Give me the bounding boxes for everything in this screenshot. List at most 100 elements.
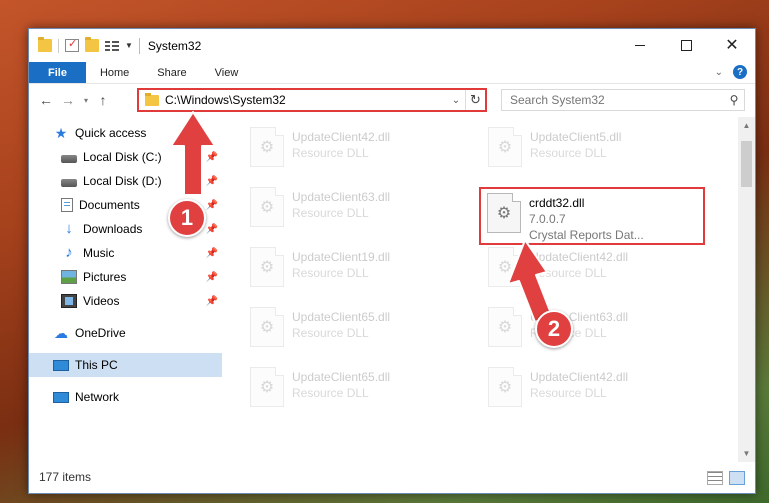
- file-tile[interactable]: ⚙ UpdateClient19.dll Resource DLL: [244, 243, 464, 293]
- pin-icon[interactable]: 📌: [206, 200, 218, 211]
- customize-toolbar-chevron-icon[interactable]: ▼: [125, 41, 133, 50]
- file-name: UpdateClient19.dll: [292, 250, 391, 264]
- close-button[interactable]: ✕: [709, 29, 755, 61]
- ribbon-tabs: File Home Share View ⌄ ?: [29, 62, 755, 84]
- sidebar-item-label: Videos: [83, 294, 120, 308]
- sidebar-item-videos[interactable]: Videos 📌: [29, 289, 222, 313]
- pin-icon[interactable]: 📌: [206, 224, 218, 235]
- file-type: Resource DLL: [530, 266, 607, 280]
- sidebar-item-local-disk-c[interactable]: Local Disk (C:) 📌: [29, 145, 222, 169]
- dll-file-icon: ⚙: [250, 127, 284, 167]
- address-path[interactable]: C:\Windows\System32: [165, 93, 447, 107]
- computer-icon: [53, 359, 69, 371]
- scrollbar-thumb[interactable]: [741, 141, 752, 187]
- tiles-view-icon[interactable]: [729, 471, 745, 485]
- toolbar-separator: [58, 38, 59, 53]
- file-tile[interactable]: ⚙ UpdateClient65.dll Resource DLL: [244, 363, 464, 413]
- search-icon[interactable]: ⚲: [724, 93, 744, 107]
- file-tile[interactable]: ⚙ UpdateClient42.dll Resource DLL: [482, 243, 702, 293]
- sidebar-item-network[interactable]: Network: [29, 385, 222, 409]
- pin-icon[interactable]: 📌: [206, 152, 218, 163]
- view-options-icon[interactable]: [105, 39, 119, 52]
- tab-view[interactable]: View: [201, 62, 253, 83]
- file-tile[interactable]: ⚙ UpdateClient63.dllResource DLL: [244, 183, 464, 233]
- file-tile[interactable]: ⚙ UpdateClient42.dll Resource DLL: [244, 123, 464, 173]
- file-tile[interactable]: ⚙ UpdateClient5.dll Resource DLL: [482, 123, 702, 173]
- sidebar-item-label: This PC: [75, 358, 118, 372]
- status-bar: 177 items: [29, 461, 755, 493]
- sidebar-item-label: Local Disk (D:): [83, 174, 162, 188]
- address-folder-icon: [145, 92, 159, 106]
- tab-share[interactable]: Share: [143, 62, 200, 83]
- pin-icon[interactable]: 📌: [206, 176, 218, 187]
- maximize-button[interactable]: [663, 29, 709, 61]
- videos-icon: [61, 294, 77, 308]
- forward-arrow-icon[interactable]: →: [57, 92, 79, 108]
- up-arrow-icon[interactable]: ↑: [93, 92, 113, 108]
- search-input[interactable]: [510, 93, 724, 107]
- tab-home[interactable]: Home: [86, 62, 143, 83]
- file-type: Resource DLL: [292, 146, 369, 160]
- callout-badge-1: 1: [168, 199, 206, 237]
- scroll-down-icon[interactable]: ▼: [738, 445, 755, 462]
- pin-icon[interactable]: 📌: [206, 248, 218, 259]
- dll-file-icon: ⚙: [488, 127, 522, 167]
- vertical-scrollbar[interactable]: ▲ ▼: [738, 117, 755, 462]
- dll-file-icon: ⚙: [487, 193, 521, 233]
- help-icon[interactable]: ?: [733, 65, 747, 79]
- address-dropdown-chevron-icon[interactable]: ⌄: [447, 95, 465, 106]
- dll-file-icon: ⚙: [250, 307, 284, 347]
- sidebar-item-label: OneDrive: [75, 326, 126, 340]
- scroll-up-icon[interactable]: ▲: [738, 117, 755, 134]
- sidebar-item-onedrive[interactable]: ☁ OneDrive: [29, 321, 222, 345]
- disk-icon: [61, 178, 77, 187]
- sidebar-item-label: Downloads: [83, 222, 143, 236]
- title-bar: ▼ System32 ✕: [29, 29, 755, 62]
- pin-icon[interactable]: 📌: [206, 296, 218, 307]
- sidebar-item-label: Local Disk (C:): [83, 150, 162, 164]
- highlighted-file-tile[interactable]: ⚙ crddt32.dll 7.0.0.7 Crystal Reports Da…: [479, 187, 705, 245]
- dll-file-icon: ⚙: [488, 247, 522, 287]
- new-folder-icon[interactable]: [85, 37, 99, 52]
- view-toggles: [707, 471, 745, 485]
- dll-file-icon: ⚙: [488, 307, 522, 347]
- file-tile[interactable]: ⚙ UpdateClient65.dll Resource DLL: [244, 303, 464, 353]
- details-view-icon[interactable]: [707, 471, 723, 485]
- minimize-button[interactable]: [617, 29, 663, 61]
- pin-icon[interactable]: 📌: [206, 272, 218, 283]
- file-name: UpdateClient42.dll: [530, 370, 629, 384]
- file-name: UpdateClient65.dll: [292, 370, 391, 384]
- sidebar-item-music[interactable]: ♪ Music 📌: [29, 241, 222, 265]
- file-name: crddt32.dll: [529, 196, 585, 210]
- file-type: Resource DLL: [292, 386, 369, 400]
- folder-icon: [38, 37, 52, 52]
- back-arrow-icon[interactable]: ←: [35, 92, 57, 108]
- sidebar-item-pictures[interactable]: Pictures 📌: [29, 265, 222, 289]
- sidebar-item-quick-access[interactable]: ★ Quick access: [29, 121, 222, 145]
- pictures-icon: [61, 270, 77, 284]
- tab-file[interactable]: File: [29, 62, 86, 83]
- sidebar-item-this-pc[interactable]: This PC: [29, 353, 222, 377]
- file-type: Resource DLL: [530, 386, 607, 400]
- file-list: ⚙ UpdateClient42.dll Resource DLL ⚙ Updat…: [222, 117, 755, 462]
- refresh-icon[interactable]: ↻: [465, 90, 485, 110]
- disk-icon: [61, 154, 77, 163]
- properties-icon[interactable]: [65, 37, 79, 52]
- downloads-icon: ↓: [65, 220, 73, 237]
- file-tile[interactable]: ⚙ UpdateClient42.dll Resource DLL: [482, 363, 702, 413]
- sidebar-item-label: Network: [75, 390, 120, 404]
- file-name: UpdateClient5.dll: [530, 130, 622, 144]
- explorer-body: ★ Quick access Local Disk (C:) 📌 Local D…: [29, 117, 755, 462]
- file-type: Resource DLL: [530, 146, 607, 160]
- recent-locations-chevron-icon[interactable]: ▾: [79, 96, 93, 105]
- sidebar-item-local-disk-d[interactable]: Local Disk (D:) 📌: [29, 169, 222, 193]
- network-icon: [53, 391, 69, 403]
- window-title: System32: [147, 38, 202, 53]
- expand-ribbon-chevron-icon[interactable]: ⌄: [715, 67, 723, 78]
- search-box[interactable]: ⚲: [501, 89, 745, 111]
- file-tile[interactable]: ⚙ UpdateClient63.dllResource DLL: [482, 303, 702, 353]
- address-bar[interactable]: C:\Windows\System32 ⌄ ↻: [137, 88, 487, 112]
